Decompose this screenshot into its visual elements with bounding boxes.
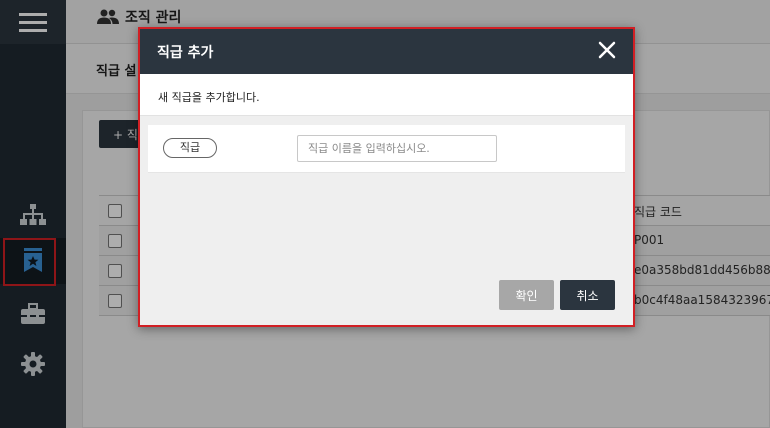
modal-title: 직급 추가 — [157, 45, 214, 61]
modal-description: 새 직급을 추가합니다. — [140, 74, 633, 116]
modal-description-text: 새 직급을 추가합니다. — [158, 91, 260, 104]
form-row-position: 직급 — [148, 125, 625, 173]
position-name-input[interactable] — [297, 135, 497, 162]
modal-header: 직급 추가 — [140, 29, 633, 74]
field-label: 직급 — [163, 138, 217, 158]
close-icon — [598, 41, 616, 59]
confirm-button[interactable]: 확인 — [499, 280, 554, 310]
add-position-modal: 직급 추가 새 직급을 추가합니다. 직급 확인 취소 — [138, 27, 635, 327]
cancel-button[interactable]: 취소 — [560, 280, 615, 310]
close-button[interactable] — [597, 40, 617, 60]
